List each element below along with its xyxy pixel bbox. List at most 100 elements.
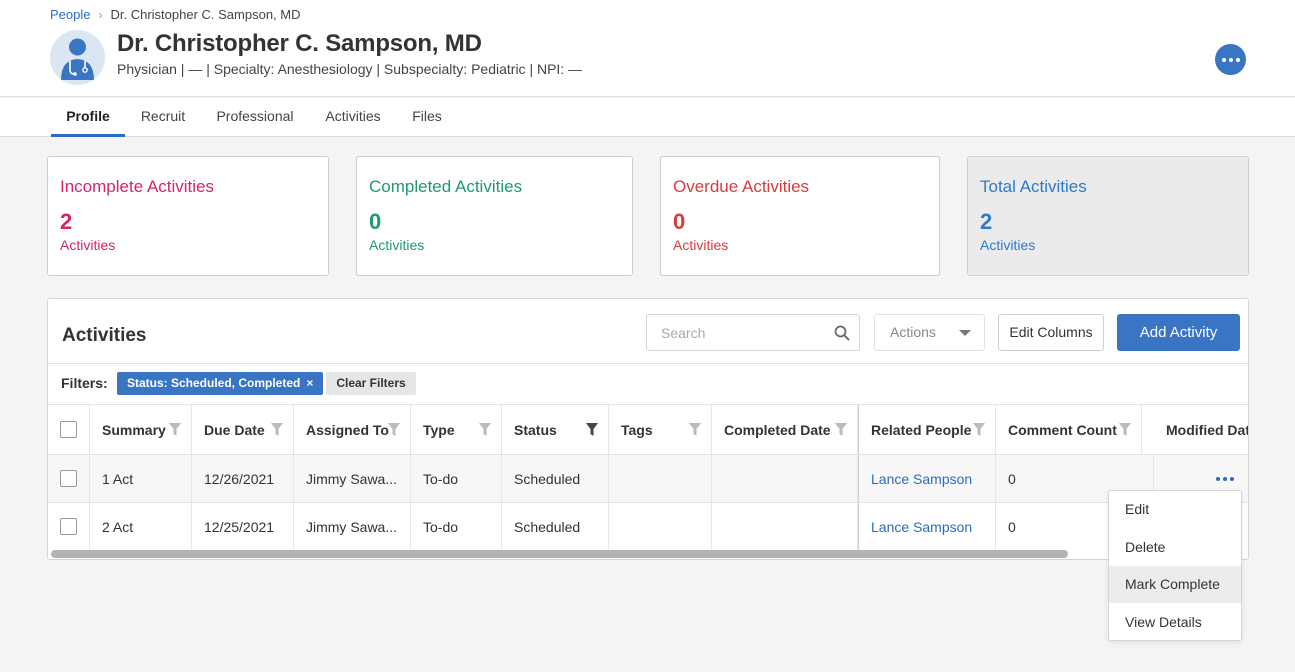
cell-status: Scheduled: [502, 455, 609, 502]
cell-tags: [609, 503, 712, 550]
column-header-modified-date[interactable]: Modified Dat: [1142, 405, 1248, 454]
column-header-summary[interactable]: Summary: [90, 405, 192, 454]
column-header-status[interactable]: Status: [502, 405, 609, 454]
column-header-comment-count[interactable]: Comment Count: [996, 405, 1142, 454]
cell-completed-date: [712, 455, 858, 502]
cell-assigned-to: Jimmy Sawa...: [294, 503, 411, 550]
incomplete-activities-card[interactable]: Incomplete Activities 2 Activities: [47, 156, 329, 276]
person-meta: Physician | — | Specialty: Anesthesiolog…: [117, 61, 583, 77]
cell-assigned-to: Jimmy Sawa...: [294, 455, 411, 502]
filter-funnel-icon[interactable]: [835, 423, 847, 437]
row-actions-menu: Edit Delete Mark Complete View Details: [1108, 490, 1242, 641]
breadcrumb-people-link[interactable]: People: [50, 7, 90, 22]
breadcrumb: People › Dr. Christopher C. Sampson, MD: [50, 7, 301, 22]
page-header: People › Dr. Christopher C. Sampson, MD …: [0, 0, 1295, 97]
panel-title: Activities: [62, 325, 147, 346]
row-checkbox[interactable]: [60, 470, 77, 487]
clear-filters-button[interactable]: Clear Filters: [326, 372, 416, 395]
cell-completed-date: [712, 503, 858, 550]
row-checkbox[interactable]: [60, 518, 77, 535]
page-title: Dr. Christopher C. Sampson, MD: [117, 30, 482, 57]
cell-due-date: 12/25/2021: [192, 503, 294, 550]
filter-funnel-icon[interactable]: [973, 423, 985, 437]
card-title: Overdue Activities: [673, 177, 810, 196]
cell-related-people: Lance Sampson: [858, 503, 996, 550]
filter-funnel-icon[interactable]: [479, 423, 491, 437]
edit-columns-button[interactable]: Edit Columns: [998, 314, 1104, 351]
filter-funnel-icon[interactable]: [388, 423, 400, 437]
column-header-due-date[interactable]: Due Date: [192, 405, 294, 454]
tab-profile[interactable]: Profile: [51, 98, 125, 137]
search-input[interactable]: [647, 315, 817, 350]
row-select-cell: [48, 503, 90, 550]
tab-bar: Profile Recruit Professional Activities …: [0, 98, 1295, 137]
actions-label: Actions: [890, 324, 936, 340]
card-subtitle: Activities: [673, 237, 729, 253]
column-header-tags[interactable]: Tags: [609, 405, 712, 454]
filter-funnel-icon[interactable]: [169, 423, 181, 437]
column-header-type[interactable]: Type: [411, 405, 502, 454]
tab-recruit[interactable]: Recruit: [136, 98, 190, 137]
column-header-related-people[interactable]: Related People: [858, 405, 996, 454]
table-header-row: Summary Due Date Assigned To Type Status…: [48, 404, 1248, 454]
filter-funnel-icon[interactable]: [689, 423, 701, 437]
menu-item-view-details[interactable]: View Details: [1109, 604, 1241, 641]
cell-summary: 2 Act: [90, 503, 192, 550]
filter-chip-label: Status: Scheduled, Completed: [127, 376, 301, 390]
avatar-doctor-icon: [50, 30, 105, 85]
column-header-completed-date[interactable]: Completed Date: [712, 405, 858, 454]
horizontal-scrollbar[interactable]: [51, 550, 1068, 558]
card-subtitle: Activities: [60, 237, 116, 253]
search-box: [646, 314, 860, 351]
completed-activities-card[interactable]: Completed Activities 0 Activities: [356, 156, 633, 276]
more-horizontal-icon: [1221, 57, 1226, 62]
tab-activities[interactable]: Activities: [318, 98, 388, 137]
select-all-checkbox[interactable]: [60, 421, 77, 438]
total-activities-card[interactable]: Total Activities 2 Activities: [967, 156, 1249, 276]
tab-professional[interactable]: Professional: [210, 98, 300, 137]
select-all-cell: [48, 405, 90, 454]
row-actions-button[interactable]: [1213, 471, 1237, 487]
menu-item-delete[interactable]: Delete: [1109, 529, 1241, 566]
filter-funnel-active-icon[interactable]: [586, 423, 598, 437]
card-subtitle: Activities: [980, 237, 1036, 253]
overdue-activities-card[interactable]: Overdue Activities 0 Activities: [660, 156, 940, 276]
menu-item-mark-complete[interactable]: Mark Complete: [1109, 566, 1241, 603]
card-count: 2: [60, 209, 73, 234]
menu-item-edit[interactable]: Edit: [1109, 491, 1241, 528]
filter-funnel-icon[interactable]: [1119, 423, 1131, 437]
filters-label: Filters:: [61, 375, 108, 391]
caret-down-icon: [959, 330, 971, 336]
related-person-link[interactable]: Lance Sampson: [871, 519, 972, 535]
column-header-assigned-to[interactable]: Assigned To: [294, 405, 411, 454]
add-activity-button[interactable]: Add Activity: [1117, 314, 1240, 351]
search-icon[interactable]: [834, 325, 850, 341]
cell-type: To-do: [411, 455, 502, 502]
breadcrumb-current: Dr. Christopher C. Sampson, MD: [110, 7, 301, 22]
card-subtitle: Activities: [369, 237, 425, 253]
card-title: Total Activities: [980, 177, 1087, 196]
row-select-cell: [48, 455, 90, 502]
cell-summary: 1 Act: [90, 455, 192, 502]
filters-bar: Filters: Status: Scheduled, Completed × C…: [48, 363, 1248, 405]
cell-tags: [609, 455, 712, 502]
card-title: Incomplete Activities: [60, 177, 215, 196]
cell-status: Scheduled: [502, 503, 609, 550]
activities-panel: Activities Actions Edit Columns Add Acti…: [47, 298, 1249, 560]
card-count: 0: [369, 209, 382, 234]
table-row[interactable]: 1 Act 12/26/2021 Jimmy Sawa... To-do Sch…: [48, 454, 1248, 502]
more-options-button[interactable]: [1215, 44, 1246, 75]
tab-files[interactable]: Files: [408, 98, 446, 137]
related-person-link[interactable]: Lance Sampson: [871, 471, 972, 487]
status-filter-chip[interactable]: Status: Scheduled, Completed ×: [117, 372, 324, 395]
card-count: 2: [980, 209, 993, 234]
filter-funnel-icon[interactable]: [271, 423, 283, 437]
cell-related-people: Lance Sampson: [858, 455, 996, 502]
card-title: Completed Activities: [369, 177, 523, 196]
table-row[interactable]: 2 Act 12/25/2021 Jimmy Sawa... To-do Sch…: [48, 502, 1248, 550]
cell-type: To-do: [411, 503, 502, 550]
close-icon[interactable]: ×: [306, 376, 313, 390]
actions-dropdown[interactable]: Actions: [874, 314, 985, 351]
card-count: 0: [673, 209, 686, 234]
chevron-right-icon: ›: [98, 7, 103, 22]
